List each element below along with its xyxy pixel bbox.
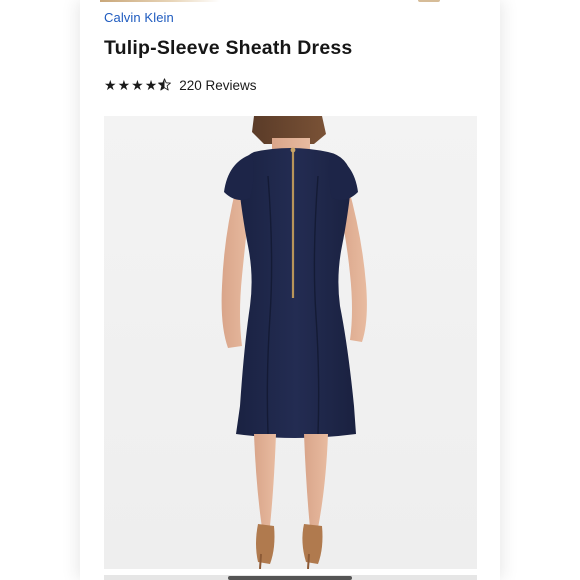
product-image[interactable] <box>104 116 477 569</box>
star-filled-icon: ★ <box>131 77 144 93</box>
star-half-icon <box>158 78 172 92</box>
brand-link[interactable]: Calvin Klein <box>104 10 174 25</box>
star-rating: ★ ★ ★ ★ <box>104 77 172 93</box>
star-filled-icon: ★ <box>117 77 131 93</box>
model-back-view-illustration <box>221 116 367 569</box>
product-title: Tulip-Sleeve Sheath Dress <box>104 37 353 59</box>
star-filled-icon: ★ <box>104 77 117 93</box>
rating-summary[interactable]: ★ ★ ★ ★ 220 Reviews <box>104 76 257 94</box>
cropped-image-top-edge-right <box>418 0 440 2</box>
cropped-image-top-edge <box>100 0 220 2</box>
image-carousel-indicator[interactable] <box>228 576 352 580</box>
review-count-link[interactable]: 220 Reviews <box>179 78 256 93</box>
star-filled-icon: ★ <box>144 77 158 93</box>
